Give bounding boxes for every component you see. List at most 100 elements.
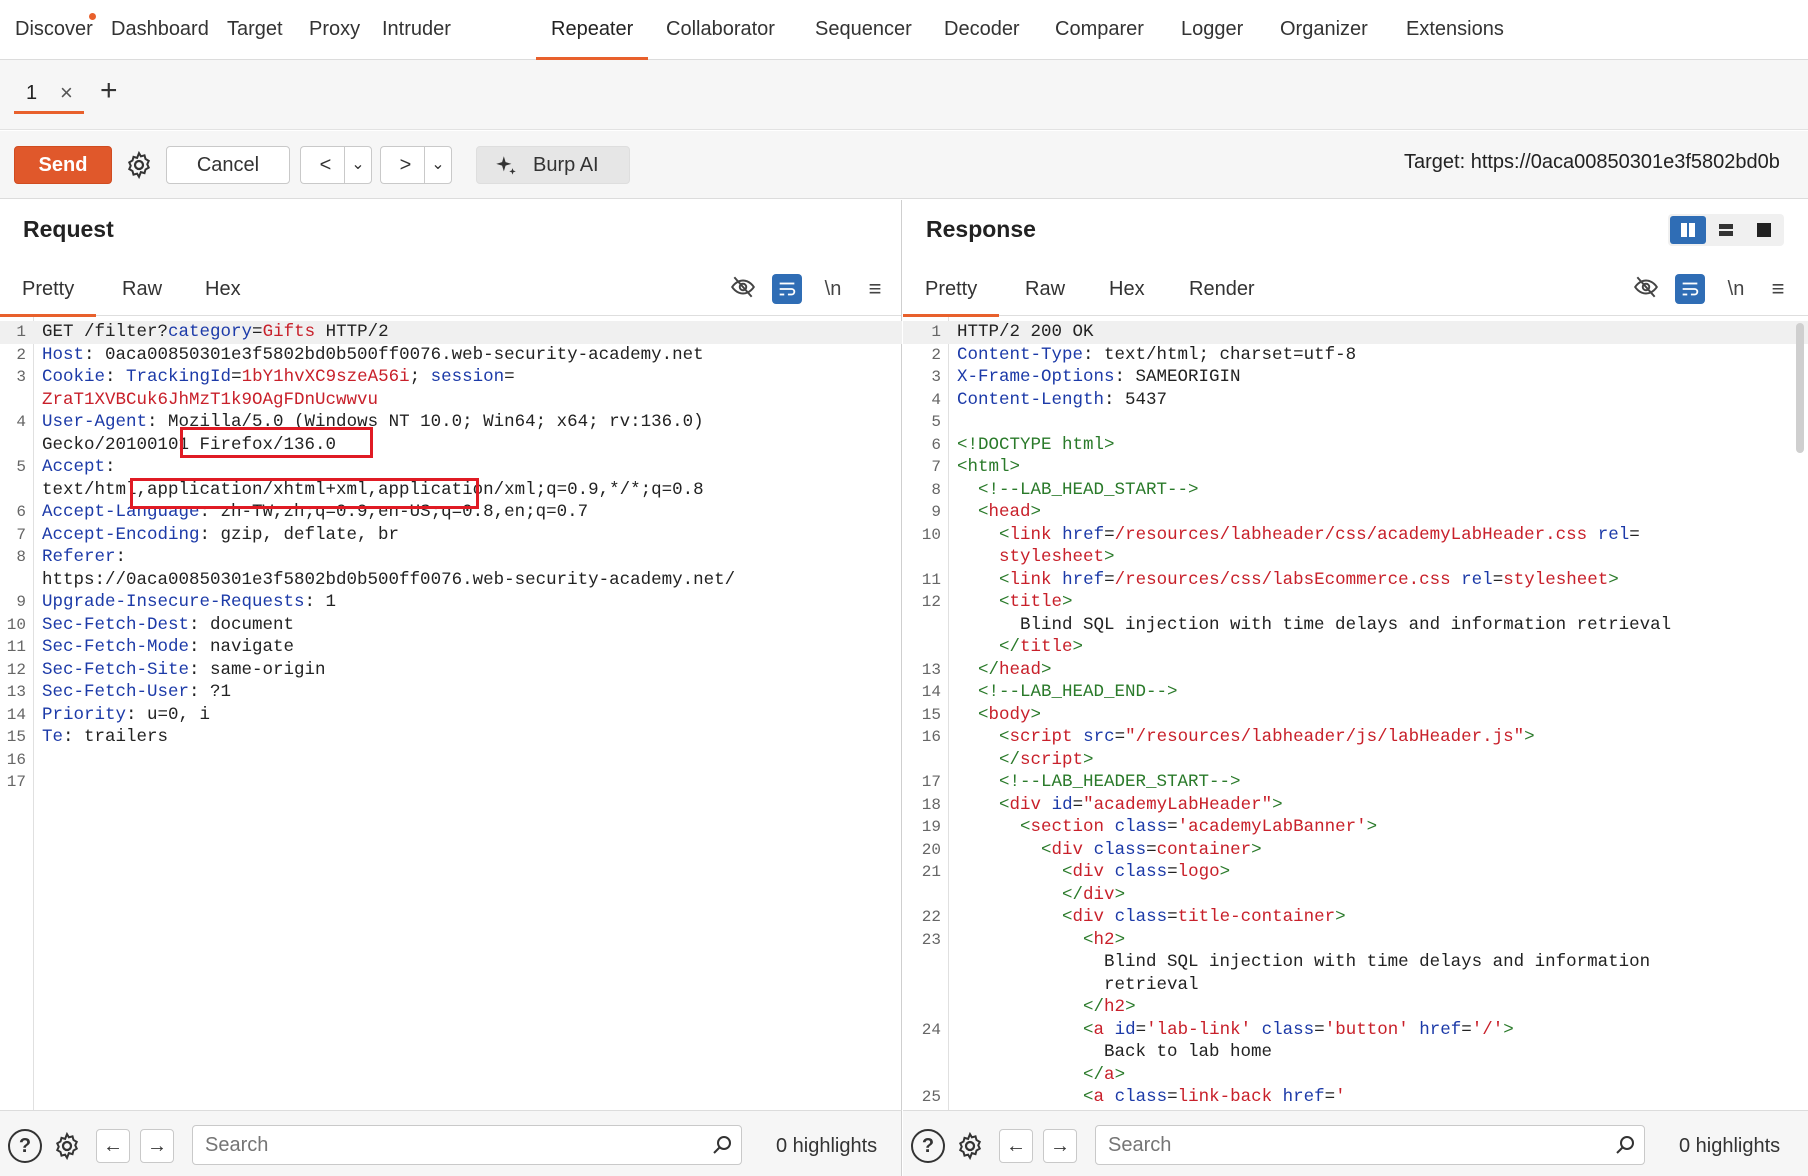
previous-match-button[interactable]: ← — [96, 1129, 130, 1163]
request-tab-pretty[interactable]: Pretty — [0, 270, 97, 317]
next-match-button[interactable]: → — [1043, 1129, 1077, 1163]
code-token: href — [1062, 524, 1105, 545]
wrap-lines-icon[interactable] — [1675, 274, 1705, 304]
chevron-left-icon: < — [319, 154, 332, 176]
nav-sequencer[interactable]: Sequencer — [800, 0, 927, 60]
code-token: rel — [1461, 569, 1493, 590]
nav-extensions[interactable]: Extensions — [1391, 0, 1519, 60]
nav-comparer[interactable]: Comparer — [1040, 0, 1159, 60]
line-number: 3 — [16, 368, 26, 386]
line-number: 22 — [921, 908, 941, 926]
nav-collaborator[interactable]: Collaborator — [651, 0, 790, 60]
next-match-button[interactable]: → — [140, 1129, 174, 1163]
code-token: 'button' — [1324, 1019, 1409, 1040]
code-token: = — [1167, 817, 1178, 837]
line-number: 15 — [921, 705, 941, 724]
vertical-scrollbar[interactable] — [1796, 323, 1804, 453]
code-token: </ — [999, 749, 1021, 770]
cancel-button[interactable]: Cancel — [166, 146, 290, 184]
repeater-tab-1[interactable]: 1 × — [14, 76, 84, 114]
nav-decoder[interactable]: Decoder — [929, 0, 1035, 60]
code-line: 11 <link href=/resources/css/labsEcommer… — [903, 569, 1808, 592]
response-tab-raw[interactable]: Raw — [1003, 270, 1087, 316]
code-line: 20 <div class=container> — [903, 839, 1808, 862]
add-tab-icon[interactable]: + — [100, 74, 118, 108]
settings-gear-button[interactable] — [953, 1129, 987, 1163]
code-token: > — [1114, 884, 1126, 905]
layout-single-button[interactable] — [1746, 216, 1782, 244]
code-line: 16 <script src="/resources/labheader/js/… — [903, 726, 1808, 749]
nav-discover[interactable]: Discover — [0, 0, 108, 60]
back-dropdown-button[interactable]: ⌄ — [344, 146, 372, 184]
code-line: 7 Accept-Encoding: gzip, deflate, br — [0, 524, 902, 547]
code-token: link — [1009, 524, 1052, 545]
line-number: 14 — [6, 705, 26, 724]
search-icon[interactable] — [710, 1133, 734, 1163]
previous-match-button[interactable]: ← — [999, 1129, 1033, 1163]
nav-repeater[interactable]: Repeater — [536, 0, 649, 60]
line-number: 8 — [16, 548, 26, 566]
back-button[interactable]: < — [300, 146, 350, 184]
nav-proxy-label: Proxy — [309, 18, 361, 40]
close-icon[interactable]: × — [60, 76, 73, 110]
send-button[interactable]: Send — [14, 146, 112, 184]
response-tab-pretty[interactable]: Pretty — [903, 270, 1000, 317]
help-icon[interactable]: ? — [911, 1129, 945, 1163]
nav-dashboard[interactable]: Dashboard — [96, 0, 224, 60]
line-number: 14 — [921, 683, 941, 701]
nav-target[interactable]: Target — [212, 0, 298, 60]
line-content: </title> — [957, 636, 1083, 659]
response-tab-hex[interactable]: Hex — [1087, 270, 1167, 316]
code-line: 14 Priority: u=0, i — [0, 704, 902, 727]
settings-button[interactable] — [120, 146, 158, 184]
line-content: <div class=logo> — [957, 861, 1230, 884]
help-icon[interactable]: ? — [8, 1129, 42, 1163]
code-line: 7 <html> — [903, 456, 1808, 479]
code-line: 10 <link href=/resources/labheader/css/a… — [903, 524, 1808, 547]
search-input[interactable] — [192, 1125, 742, 1165]
hide-eye-icon[interactable] — [728, 274, 758, 304]
menu-icon[interactable]: ≡ — [1763, 274, 1793, 304]
forward-button[interactable]: > — [380, 146, 430, 184]
request-tab-raw[interactable]: Raw — [100, 270, 184, 316]
nav-organizer[interactable]: Organizer — [1265, 0, 1383, 60]
wrap-lines-icon[interactable] — [772, 274, 802, 304]
target-url[interactable]: Target: https://0aca00850301e3f5802bd0b — [1404, 151, 1780, 174]
line-content: <!DOCTYPE html> — [957, 434, 1115, 457]
arrow-left-icon: ← — [103, 1135, 123, 1157]
code-token: > — [1219, 862, 1231, 882]
code-line: 12 Sec-Fetch-Site: same-origin — [0, 659, 902, 682]
line-number: 25 — [921, 1088, 941, 1106]
code-token: < — [978, 502, 989, 522]
code-token: < — [978, 704, 989, 725]
hide-eye-icon[interactable] — [1631, 274, 1661, 304]
settings-gear-button[interactable] — [50, 1129, 84, 1163]
request-editor[interactable]: 1 GET /filter?category=Gifts HTTP/2 2 Host:… — [0, 317, 902, 1110]
nav-intruder[interactable]: Intruder — [367, 0, 466, 60]
code-token: : 5437 — [1104, 389, 1168, 410]
request-tab-hex[interactable]: Hex — [183, 270, 263, 316]
menu-icon[interactable]: ≡ — [860, 274, 890, 304]
forward-dropdown-button[interactable]: ⌄ — [424, 146, 452, 184]
search-icon[interactable] — [1613, 1133, 1637, 1163]
response-editor[interactable]: 1 HTTP/2 200 OK 2 Content-Type: text/html; … — [903, 317, 1808, 1110]
code-token: = — [1104, 569, 1115, 590]
nav-logger[interactable]: Logger — [1166, 0, 1258, 60]
burp-ai-button[interactable]: Burp AI — [476, 146, 630, 184]
code-token: "/resources/labheader/js/labHeader.js" — [1125, 727, 1525, 747]
layout-rows-button[interactable] — [1708, 216, 1744, 244]
search-input[interactable] — [1095, 1125, 1645, 1165]
code-line: </title> — [903, 636, 1808, 659]
layout-columns-button[interactable] — [1670, 216, 1706, 244]
highlight-count: 0 highlights — [776, 1135, 878, 1157]
newline-toggle[interactable]: \n — [818, 274, 848, 304]
response-tab-render[interactable]: Render — [1167, 270, 1277, 316]
nav-proxy[interactable]: Proxy — [294, 0, 375, 60]
newline-toggle[interactable]: \n — [1721, 274, 1751, 304]
line-content: Blind SQL injection with time delays and… — [957, 951, 1650, 974]
line-content: <a id='lab-link' class='button' href='/'… — [957, 1019, 1514, 1042]
